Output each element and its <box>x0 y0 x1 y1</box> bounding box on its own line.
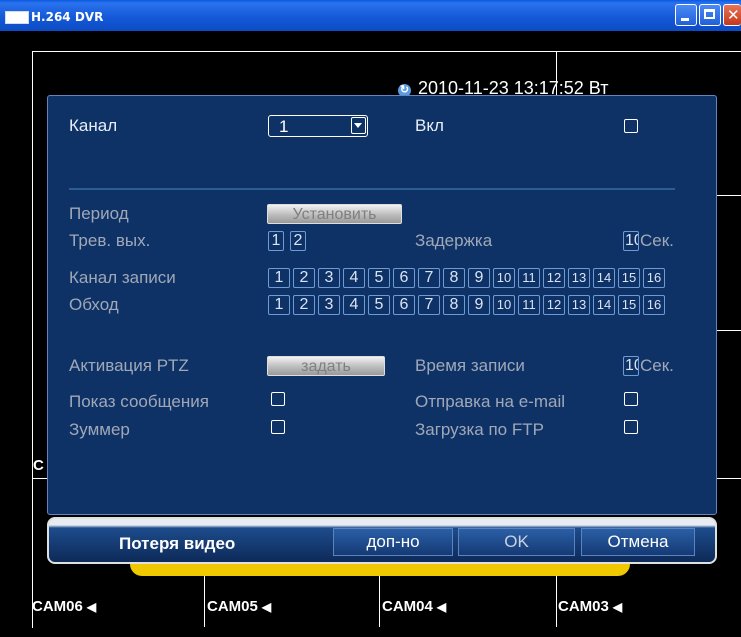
minimize-icon <box>681 18 689 21</box>
channel-toggle[interactable]: 14 <box>593 268 615 288</box>
camera-name: CAM06 <box>32 598 83 615</box>
record-channel-label: Канал записи <box>69 268 176 287</box>
camera-tile-label[interactable]: CAM05 ◀ <box>207 598 271 615</box>
channel-select-value: 1 <box>279 117 289 136</box>
record-time-unit: Сек. <box>640 356 674 375</box>
channel-toggle[interactable]: 4 <box>343 268 365 288</box>
show-message-checkbox[interactable] <box>271 392 285 406</box>
window-title: H.264 DVR <box>31 10 104 24</box>
channel-toggle[interactable]: 1 <box>268 268 290 288</box>
alarm-out-label: Трев. вых. <box>69 231 151 250</box>
speaker-icon: ◀ <box>86 600 97 614</box>
tour-label: Обход <box>69 295 119 314</box>
channel-toggle[interactable]: 16 <box>643 295 665 315</box>
channel-toggle[interactable]: 2 <box>293 295 315 315</box>
channel-select[interactable]: 1 <box>268 115 368 137</box>
speaker-icon: ◀ <box>436 600 447 614</box>
channel-toggle[interactable]: 2 <box>290 231 306 251</box>
grid-divider <box>717 330 741 331</box>
enable-checkbox[interactable] <box>624 119 638 133</box>
ptz-activation-label: Активация PTZ <box>69 356 189 375</box>
app-icon <box>5 11 29 24</box>
buzzer-checkbox[interactable] <box>271 420 285 434</box>
period-set-button[interactable]: Установить <box>267 204 402 224</box>
ftp-upload-label: Загрузка по FTP <box>415 420 544 439</box>
channel-toggle[interactable]: 3 <box>318 295 340 315</box>
channel-toggle[interactable]: 12 <box>543 268 565 288</box>
enable-label: Вкл <box>415 116 444 135</box>
channel-toggle[interactable]: 9 <box>468 295 490 315</box>
ftp-upload-checkbox[interactable] <box>624 420 638 434</box>
delay-field[interactable]: 10 <box>623 231 639 251</box>
channel-toggle[interactable]: 9 <box>468 268 490 288</box>
record-time-field[interactable]: 10 <box>623 356 639 376</box>
channel-toggle[interactable]: 10 <box>493 295 515 315</box>
channel-toggle[interactable]: 11 <box>518 295 540 315</box>
channel-toggle[interactable]: 4 <box>343 295 365 315</box>
channel-toggle[interactable]: 10 <box>493 268 515 288</box>
window-titlebar: H.264 DVR ✕ <box>0 0 741 31</box>
channel-toggle[interactable]: 16 <box>643 268 665 288</box>
channel-toggle[interactable]: 13 <box>568 295 590 315</box>
channel-toggle[interactable]: 6 <box>393 268 415 288</box>
channel-toggle[interactable]: 7 <box>418 295 440 315</box>
dialog-title: Потеря видео <box>119 534 236 553</box>
grid-divider <box>717 195 741 196</box>
channel-toggle[interactable]: 8 <box>443 268 465 288</box>
grid-divider <box>717 478 741 479</box>
channel-toggle[interactable]: 7 <box>418 268 440 288</box>
channel-toggle[interactable]: 8 <box>443 295 465 315</box>
delay-label: Задержка <box>415 231 493 250</box>
speaker-icon: ◀ <box>261 600 272 614</box>
more-button[interactable]: доп-но <box>333 528 453 556</box>
channel-toggle[interactable]: 11 <box>518 268 540 288</box>
speaker-icon: ◀ <box>612 600 623 614</box>
channel-toggle[interactable]: 1 <box>268 295 290 315</box>
record-time-label: Время записи <box>415 356 525 375</box>
close-icon: ✕ <box>727 6 740 24</box>
minimize-button[interactable] <box>675 4 697 26</box>
channel-toggle[interactable]: 14 <box>593 295 615 315</box>
send-email-checkbox[interactable] <box>624 392 638 406</box>
camera-name: CAM05 <box>207 598 258 615</box>
channel-toggle[interactable]: 2 <box>293 268 315 288</box>
ptz-set-button[interactable]: задать <box>267 356 385 376</box>
period-label: Период <box>69 204 129 223</box>
send-email-label: Отправка на e-mail <box>415 392 565 411</box>
camera-name: CAM03 <box>558 598 609 615</box>
ok-button[interactable]: OK <box>458 528 575 556</box>
channel-toggle[interactable]: 5 <box>368 268 390 288</box>
camera-tile-label[interactable]: CAM04 ◀ <box>382 598 446 615</box>
maximize-icon <box>704 9 715 19</box>
channel-toggle[interactable]: 15 <box>618 268 640 288</box>
camera-tile-label[interactable]: CAM06 ◀ <box>32 598 96 615</box>
camera-name: CAM04 <box>382 598 433 615</box>
show-message-label: Показ сообщения <box>69 392 209 411</box>
channel-toggle[interactable]: 6 <box>393 295 415 315</box>
buzzer-label: Зуммер <box>69 420 130 439</box>
channel-toggle[interactable]: 3 <box>318 268 340 288</box>
channel-toggle[interactable]: 13 <box>568 268 590 288</box>
channel-label: Канал <box>69 116 118 135</box>
section-divider <box>69 188 675 190</box>
close-button[interactable]: ✕ <box>723 4 741 26</box>
channel-toggle[interactable]: 5 <box>368 295 390 315</box>
cancel-button[interactable]: Отмена <box>581 528 695 556</box>
grid-divider <box>32 478 47 479</box>
channel-toggle[interactable]: 1 <box>268 231 284 251</box>
chevron-down-icon <box>351 117 366 134</box>
footer-accent-bar <box>130 562 630 576</box>
channel-toggle[interactable]: 12 <box>543 295 565 315</box>
camera-tile-label[interactable]: CAM03 ◀ <box>558 598 622 615</box>
delay-unit: Сек. <box>640 231 674 250</box>
camera-label-partial: C <box>33 457 44 474</box>
maximize-button[interactable] <box>699 4 721 26</box>
channel-toggle[interactable]: 15 <box>618 295 640 315</box>
